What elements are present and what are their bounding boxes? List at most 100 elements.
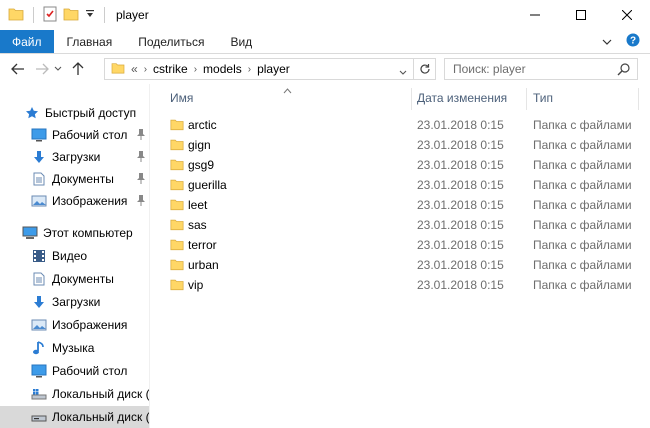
folder-icon bbox=[170, 178, 184, 194]
customize-dropdown-icon[interactable] bbox=[85, 8, 95, 22]
drive-icon bbox=[31, 409, 47, 425]
nav-this-pc[interactable]: Этот компьютер bbox=[0, 222, 150, 244]
address-bar[interactable]: « › cstrike › models › player bbox=[104, 58, 414, 80]
nav-label: Загрузки bbox=[52, 295, 101, 309]
file-name: terror bbox=[188, 238, 217, 252]
file-row[interactable]: gsg9 23.01.2018 0:15 Папка с файлами bbox=[163, 155, 635, 175]
pin-icon[interactable] bbox=[136, 194, 146, 209]
close-icon bbox=[622, 10, 632, 20]
file-row[interactable]: vip 23.01.2018 0:15 Папка с файлами bbox=[163, 275, 635, 295]
file-date: 23.01.2018 0:15 bbox=[417, 278, 504, 292]
file-row[interactable]: guerilla 23.01.2018 0:15 Папка с файлами bbox=[163, 175, 635, 195]
folder-icon bbox=[8, 7, 24, 24]
file-type: Папка с файлами bbox=[533, 198, 632, 212]
column-divider[interactable] bbox=[526, 88, 527, 110]
file-row[interactable]: terror 23.01.2018 0:15 Папка с файлами bbox=[163, 235, 635, 255]
folder-icon bbox=[170, 118, 184, 134]
new-folder-icon[interactable] bbox=[63, 7, 79, 24]
column-divider[interactable] bbox=[638, 88, 639, 110]
nav-label: Изображения bbox=[52, 318, 128, 332]
tab-home[interactable]: Главная bbox=[54, 30, 126, 53]
close-button[interactable] bbox=[604, 0, 650, 30]
nav-pc-videos[interactable]: Видео bbox=[0, 245, 150, 267]
search-box[interactable] bbox=[444, 58, 638, 80]
tab-view[interactable]: Вид bbox=[217, 30, 265, 53]
nav-pc-downloads[interactable]: Загрузки bbox=[0, 291, 150, 313]
divider bbox=[104, 7, 105, 23]
file-name: vip bbox=[188, 278, 204, 292]
file-name: leet bbox=[188, 198, 208, 212]
file-name: sas bbox=[188, 218, 207, 232]
breadcrumb-separator: › bbox=[247, 63, 252, 75]
column-header-name[interactable]: Имя bbox=[170, 84, 410, 112]
nav-label: Документы bbox=[52, 172, 114, 186]
address-dropdown-button[interactable] bbox=[399, 65, 407, 79]
file-type: Папка с файлами bbox=[533, 218, 632, 232]
breadcrumb-player[interactable]: player bbox=[257, 62, 290, 76]
nav-pc-desktop[interactable]: Рабочий стол bbox=[0, 360, 150, 382]
expand-ribbon-icon[interactable] bbox=[602, 35, 612, 49]
file-row[interactable]: arctic 23.01.2018 0:15 Папка с файлами bbox=[163, 115, 635, 135]
nav-pc-documents[interactable]: Документы bbox=[0, 268, 150, 290]
pin-icon[interactable] bbox=[136, 128, 146, 143]
desktop-icon bbox=[31, 127, 47, 143]
folder-icon bbox=[170, 138, 184, 154]
breadcrumb-separator: › bbox=[193, 63, 198, 75]
quick-access-toolbar bbox=[0, 0, 108, 30]
nav-pc-music[interactable]: Музыка bbox=[0, 337, 150, 359]
nav-label: Быстрый доступ bbox=[45, 106, 137, 120]
back-button[interactable] bbox=[8, 58, 28, 80]
nav-quick-documents[interactable]: Документы bbox=[0, 168, 150, 190]
forward-button[interactable] bbox=[32, 58, 52, 80]
minimize-button[interactable] bbox=[512, 0, 558, 30]
nav-quick-pictures[interactable]: Изображения bbox=[0, 190, 150, 212]
nav-pc-disk-c[interactable]: Локальный диск (C bbox=[0, 383, 150, 405]
video-icon bbox=[31, 248, 47, 264]
folder-icon bbox=[170, 258, 184, 274]
nav-quick-downloads[interactable]: Загрузки bbox=[0, 146, 150, 168]
tab-file[interactable]: Файл bbox=[0, 30, 54, 53]
computer-icon bbox=[22, 225, 38, 241]
folder-icon bbox=[170, 278, 184, 294]
search-input[interactable] bbox=[453, 62, 613, 76]
pin-icon[interactable] bbox=[136, 172, 146, 187]
recent-locations-button[interactable] bbox=[52, 58, 64, 80]
file-row[interactable]: leet 23.01.2018 0:15 Папка с файлами bbox=[163, 195, 635, 215]
refresh-button[interactable] bbox=[414, 58, 436, 80]
up-button[interactable] bbox=[68, 58, 88, 80]
file-date: 23.01.2018 0:15 bbox=[417, 138, 504, 152]
nav-pc-disk-d[interactable]: Локальный диск (D bbox=[0, 406, 150, 428]
document-icon bbox=[31, 271, 47, 287]
folder-icon bbox=[170, 218, 184, 234]
file-type: Папка с файлами bbox=[533, 278, 632, 292]
file-name: gsg9 bbox=[188, 158, 215, 172]
window-title: player bbox=[116, 8, 149, 22]
tab-share[interactable]: Поделиться bbox=[125, 30, 217, 53]
help-icon[interactable]: ? bbox=[626, 33, 640, 50]
file-date: 23.01.2018 0:15 bbox=[417, 158, 504, 172]
nav-pc-pictures[interactable]: Изображения bbox=[0, 314, 150, 336]
file-name: guerilla bbox=[188, 178, 227, 192]
column-header-date[interactable]: Дата изменения bbox=[417, 84, 522, 112]
column-header-type[interactable]: Тип bbox=[533, 84, 633, 112]
folder-icon bbox=[170, 238, 184, 254]
pin-icon[interactable] bbox=[136, 150, 146, 165]
nav-quick-desktop[interactable]: Рабочий стол bbox=[0, 124, 150, 146]
nav-label: Документы bbox=[52, 272, 114, 286]
maximize-button[interactable] bbox=[558, 0, 604, 30]
breadcrumb-cstrike[interactable]: cstrike bbox=[153, 62, 188, 76]
file-date: 23.01.2018 0:15 bbox=[417, 218, 504, 232]
search-icon bbox=[617, 62, 631, 79]
file-row[interactable]: sas 23.01.2018 0:15 Папка с файлами bbox=[163, 215, 635, 235]
back-arrow-icon bbox=[11, 63, 24, 75]
breadcrumb-overflow[interactable]: « bbox=[131, 62, 138, 76]
download-arrow-icon bbox=[31, 149, 47, 165]
nav-quick-access[interactable]: Быстрый доступ bbox=[0, 102, 150, 124]
column-divider[interactable] bbox=[411, 88, 412, 110]
properties-icon[interactable] bbox=[43, 6, 57, 25]
file-date: 23.01.2018 0:15 bbox=[417, 198, 504, 212]
minimize-icon bbox=[530, 14, 540, 16]
file-row[interactable]: urban 23.01.2018 0:15 Папка с файлами bbox=[163, 255, 635, 275]
breadcrumb-models[interactable]: models bbox=[203, 62, 242, 76]
file-row[interactable]: gign 23.01.2018 0:15 Папка с файлами bbox=[163, 135, 635, 155]
